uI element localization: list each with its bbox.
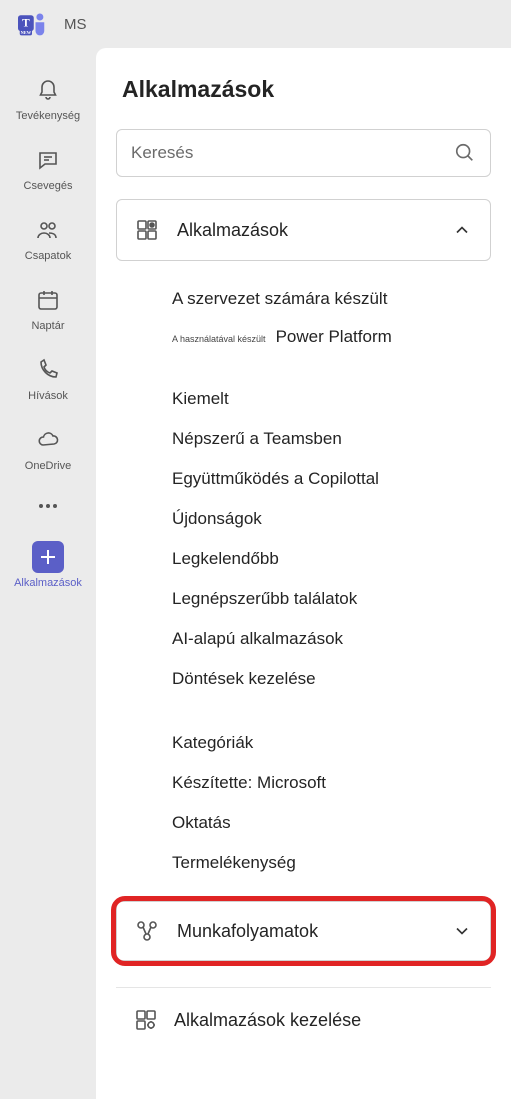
nav-cat-education[interactable]: Oktatás [172,803,483,843]
manage-apps[interactable]: Alkalmazások kezelése [116,987,491,1046]
nav-featured[interactable]: Kiemelt [172,379,483,419]
rail-onedrive[interactable]: OneDrive [8,416,88,478]
rail-calls[interactable]: Hívások [8,346,88,408]
workflows-label: Munkafolyamatok [177,921,452,942]
apps-grid-icon [135,218,159,242]
manage-apps-icon [134,1008,158,1032]
built-with-label: A használatával készült [172,334,266,344]
search-icon [454,142,476,164]
apps-plus-icon [32,541,64,573]
more-icon [36,501,60,511]
rail-more[interactable] [8,487,88,525]
chevron-up-icon [452,220,472,240]
nav-categories[interactable]: Kategóriák [172,723,483,763]
svg-text:NEW: NEW [21,30,32,35]
nav-whats-new[interactable]: Újdonságok [172,499,483,539]
nav-power-platform[interactable]: A használatával készült Power Platform [172,319,483,355]
apps-section-header[interactable]: Alkalmazások [116,199,491,261]
calendar-icon [32,284,64,316]
rail-apps[interactable]: Alkalmazások [8,533,88,595]
teams-logo-icon: T NEW [18,10,46,38]
search-input[interactable] [131,143,454,163]
rail-teams[interactable]: Csapatok [8,206,88,268]
nav-decisions[interactable]: Döntések kezelése [172,659,483,699]
workflow-icon [135,919,159,943]
cloud-icon [32,424,64,456]
svg-text:T: T [22,18,30,30]
user-initials: MS [64,16,87,33]
rail-onedrive-label: OneDrive [23,460,73,472]
nav-org-built[interactable]: A szervezet számára készült [172,279,483,319]
rail-calendar-label: Naptár [29,320,66,332]
chevron-down-icon [452,921,472,941]
power-platform-label: Power Platform [276,327,392,347]
nav-ai-apps[interactable]: AI-alapú alkalmazások [172,619,483,659]
bell-icon [32,74,64,106]
nav-top-picks[interactable]: Legnépszerűbb találatok [172,579,483,619]
page-title: Alkalmazások [116,76,491,103]
apps-section-body: A szervezet számára készült A használatá… [116,279,491,901]
titlebar: T NEW MS [0,0,511,48]
rail-chat[interactable]: Csevegés [8,136,88,198]
rail-apps-label: Alkalmazások [12,577,84,589]
nav-cat-productivity[interactable]: Termelékenység [172,843,483,883]
rail-teams-label: Csapatok [23,250,73,262]
apps-section-label: Alkalmazások [177,220,452,241]
nav-popular-teams[interactable]: Népszerű a Teamsben [172,419,483,459]
rail-calendar[interactable]: Naptár [8,276,88,338]
rail-calls-label: Hívások [26,390,70,402]
rail-activity-label: Tevékenység [14,110,82,122]
people-icon [32,214,64,246]
workflows-section-header[interactable]: Munkafolyamatok [116,901,491,961]
manage-apps-label: Alkalmazások kezelése [174,1010,361,1031]
apps-panel: Alkalmazások Alkalmazások [96,48,511,1099]
app-rail: Tevékenység Csevegés Csapatok [0,48,96,1099]
rail-chat-label: Csevegés [22,180,75,192]
phone-icon [32,354,64,386]
rail-activity[interactable]: Tevékenység [8,66,88,128]
chat-icon [32,144,64,176]
nav-cat-microsoft[interactable]: Készítette: Microsoft [172,763,483,803]
search-box[interactable] [116,129,491,177]
nav-best-selling[interactable]: Legkelendőbb [172,539,483,579]
nav-copilot[interactable]: Együttműködés a Copilottal [172,459,483,499]
